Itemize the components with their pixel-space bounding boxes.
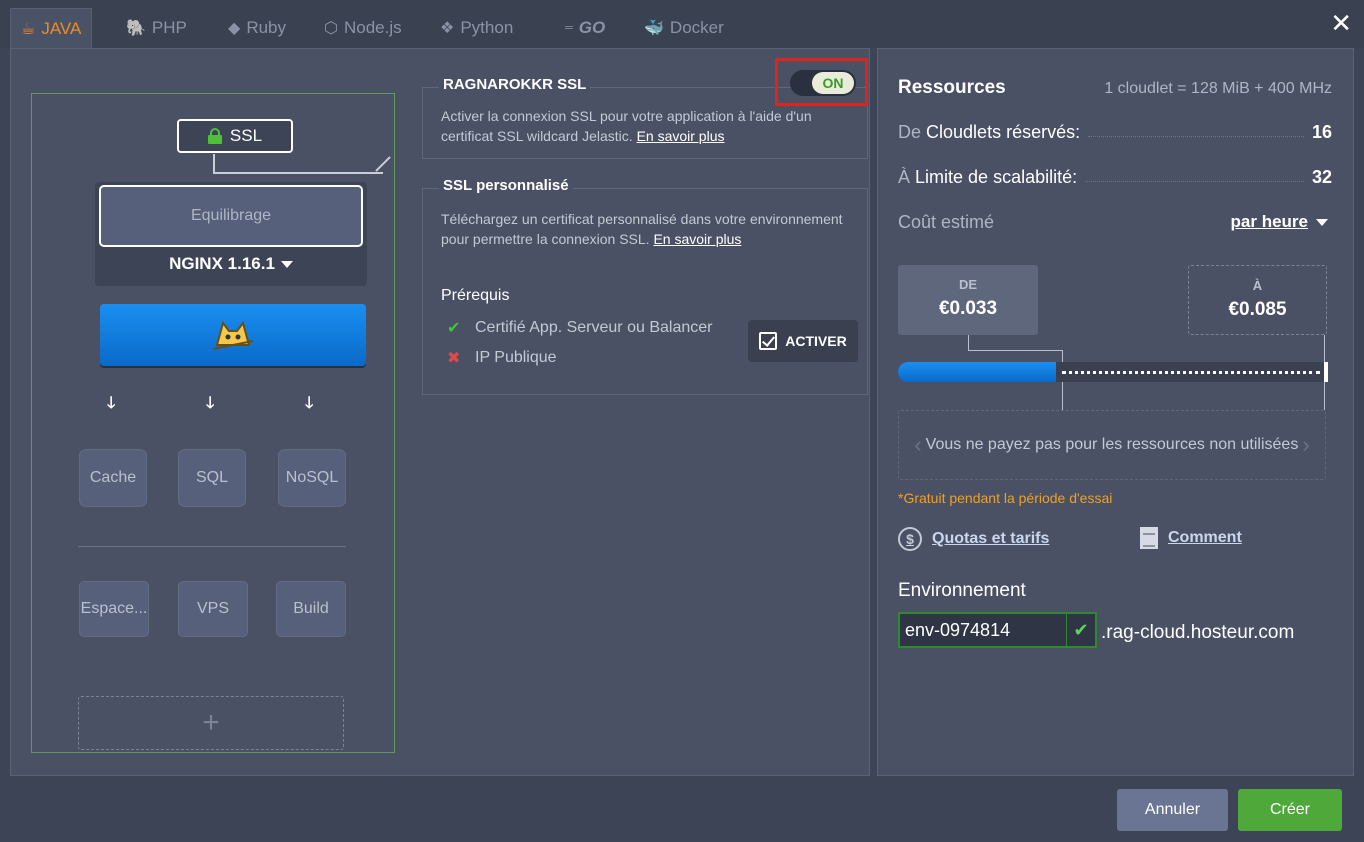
nodejs-icon: ⬡ <box>324 20 338 37</box>
python-icon: ❖ <box>440 20 455 37</box>
tomcat-icon <box>212 320 254 350</box>
cost-period-select[interactable]: par heure <box>1231 212 1328 232</box>
custom-ssl-description: Téléchargez un certificat personnalisé d… <box>441 211 843 247</box>
arrow-down-icon: 🡓 <box>206 395 215 412</box>
balancer-version-select[interactable]: NGINX 1.16.1 <box>95 254 367 274</box>
cost-range-bar[interactable] <box>898 362 1328 382</box>
tab-docker[interactable]: 🐳 Docker <box>634 10 734 46</box>
ssl-toggle[interactable]: ON <box>790 70 856 96</box>
resources-title: Ressources <box>898 77 1006 98</box>
connector-line <box>375 156 391 172</box>
ssl-learn-more-link[interactable]: En savoir plus <box>637 128 725 144</box>
check-icon: ✔ <box>1067 612 1097 648</box>
connector-line <box>968 335 969 350</box>
node-storage[interactable]: Espace... <box>79 581 149 637</box>
tab-nodejs[interactable]: ⬡ Node.js <box>314 10 412 46</box>
price-to: À €0.085 <box>1188 265 1327 335</box>
prereq-title: Prérequis <box>441 287 510 304</box>
divider <box>78 546 346 547</box>
tab-java[interactable]: ☕ JAVA <box>10 8 93 48</box>
check-icon: ✔ <box>447 320 461 337</box>
prereq-item: ✔ Certifié App. Serveur ou Balancer <box>447 319 713 337</box>
custom-ssl-learn-more-link[interactable]: En savoir plus <box>653 231 741 247</box>
ssl-badge[interactable]: SSL <box>177 119 293 153</box>
document-icon <box>1140 527 1158 549</box>
node-nosql[interactable]: NoSQL <box>278 449 346 507</box>
lock-icon <box>207 128 222 144</box>
cost-range-fill <box>898 362 1056 382</box>
go-icon: ═ <box>565 22 573 34</box>
arrow-down-icon: 🡓 <box>305 395 314 412</box>
custom-ssl-title: SSL personnalisé <box>439 177 573 194</box>
trial-note: *Gratuit pendant la période d'essai <box>898 490 1113 506</box>
cost-range-dots <box>1062 371 1320 374</box>
reserved-cloudlets-row: De Cloudlets réservés: 16 <box>898 122 1332 142</box>
ssl-description: Activer la connexion SSL pour votre appl… <box>441 108 812 144</box>
tab-php[interactable]: 🐘 PHP <box>116 10 197 46</box>
connector-line <box>968 350 1063 351</box>
connector-line <box>213 172 383 174</box>
checkbox-icon <box>759 332 778 350</box>
tab-go[interactable]: ═ GO <box>555 10 615 46</box>
ragnarokkr-ssl-title: RAGNAROKKR SSL <box>439 76 591 93</box>
estimated-cost-label: Coût estimé <box>898 212 995 232</box>
connector-line <box>213 154 215 174</box>
node-sql[interactable]: SQL <box>178 449 246 507</box>
environment-domain: .rag-cloud.hosteur.com <box>1101 622 1295 643</box>
environment-label: Environnement <box>898 580 1026 601</box>
ssl-toggle-highlight: ON <box>775 58 868 106</box>
cloudlet-info: 1 cloudlet = 128 MiB + 400 MHz <box>1104 80 1332 97</box>
unused-resources-notice: ‹ Vous ne payez pas pour les ressources … <box>898 410 1326 480</box>
topology-frame: SSL Equilibrage NGINX 1.16.1 🡓 🡓 🡓 Cache… <box>31 93 395 753</box>
cancel-button[interactable]: Annuler <box>1117 789 1228 831</box>
caret-down-icon <box>1316 219 1328 227</box>
php-icon: 🐘 <box>126 20 146 37</box>
node-cache[interactable]: Cache <box>79 449 147 507</box>
caret-down-icon <box>280 261 293 269</box>
docker-icon: 🐳 <box>644 20 664 37</box>
ssl-toggle-knob: ON <box>812 72 854 94</box>
ruby-icon: ◆ <box>228 20 241 37</box>
tab-ruby[interactable]: ◆ Ruby <box>218 10 296 46</box>
app-server-tomcat[interactable] <box>100 304 366 366</box>
balancer-node[interactable]: Equilibrage NGINX 1.16.1 <box>95 182 367 286</box>
scaling-value: 32 <box>1311 167 1332 187</box>
quotas-link[interactable]: $ Quotas et tarifs <box>898 527 1049 551</box>
chevron-left-icon: ‹ <box>914 432 922 457</box>
tab-python[interactable]: ❖ Python <box>430 10 523 46</box>
reserved-value: 16 <box>1311 122 1332 142</box>
close-icon[interactable]: ✕ <box>1330 8 1352 39</box>
price-from: DE €0.033 <box>898 265 1038 335</box>
cross-icon: ✖ <box>447 350 461 367</box>
scaling-limit-row: À Limite de scalabilité: 32 <box>898 167 1332 187</box>
node-build[interactable]: Build <box>276 581 346 637</box>
create-button[interactable]: Créer <box>1238 789 1342 831</box>
prereq-item: ✖ IP Publique <box>447 349 557 367</box>
custom-ssl-section: SSL personnalisé Téléchargez un certific… <box>422 177 868 395</box>
tab-bar: ☕ JAVA 🐘 PHP ◆ Ruby ⬡ Node.js ❖ Python ═… <box>0 0 1364 48</box>
activate-button[interactable]: ACTIVER <box>748 320 858 362</box>
node-vps[interactable]: VPS <box>178 581 248 637</box>
arrow-down-icon: 🡓 <box>107 395 116 412</box>
add-node-button[interactable]: + <box>78 696 344 750</box>
java-icon: ☕ <box>21 20 36 38</box>
chevron-right-icon: › <box>1302 432 1310 457</box>
dollar-icon: $ <box>898 527 922 551</box>
how-link[interactable]: Comment <box>1140 527 1242 549</box>
balancer-button[interactable]: Equilibrage <box>99 185 363 247</box>
environment-name-input[interactable] <box>898 612 1068 648</box>
cost-range-end <box>1324 362 1328 382</box>
